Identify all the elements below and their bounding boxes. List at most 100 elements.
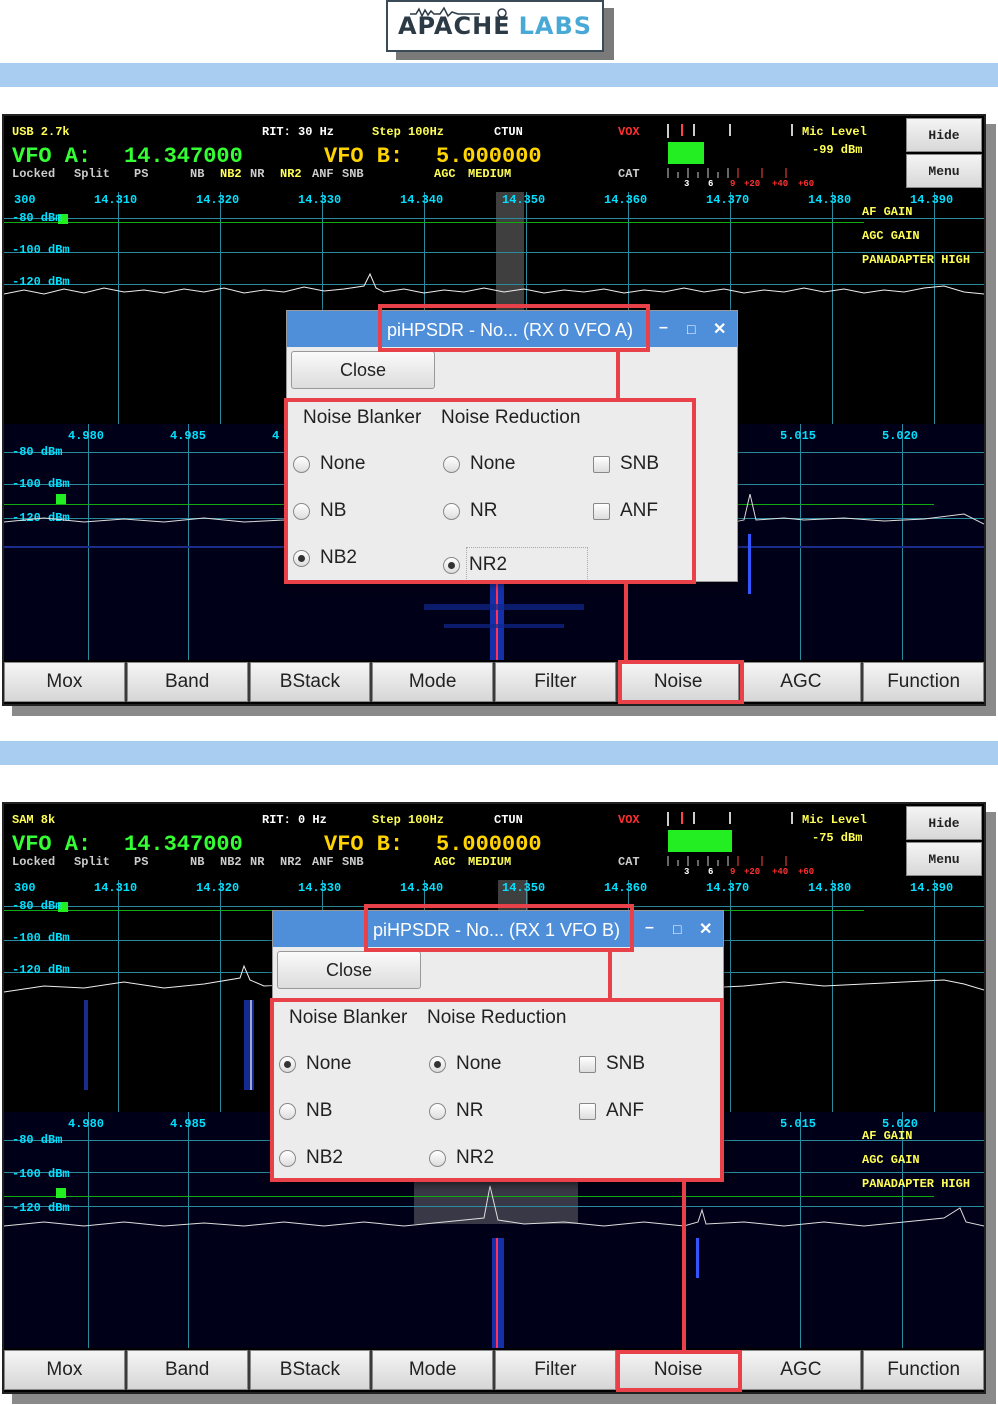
freq-tick: 4.985 xyxy=(170,1117,207,1131)
mode-button[interactable]: Mode xyxy=(372,662,493,702)
meter-tick-6: 6 xyxy=(708,179,714,189)
waterfall xyxy=(4,1185,984,1348)
af-gain-label[interactable]: AF GAIN xyxy=(862,1130,912,1142)
options-highlight xyxy=(270,998,724,1182)
freq-tick: 14.350 xyxy=(502,193,546,207)
vfo-a-frequency[interactable]: 14.347000 xyxy=(124,146,243,168)
mode-filter[interactable]: USB 2.7k xyxy=(12,126,70,138)
close-button[interactable]: Close xyxy=(277,951,421,989)
status-snb: SNB xyxy=(342,855,364,869)
meter-tick-6: 6 xyxy=(708,867,714,877)
freq-tick: 4.985 xyxy=(170,429,207,443)
freq-tick: 5.015 xyxy=(780,429,817,443)
status-nb2: NB2 xyxy=(220,167,242,181)
status-nr: NR xyxy=(250,855,265,869)
freq-tick: 14.330 xyxy=(298,193,342,207)
agc-button[interactable]: AGC xyxy=(740,662,862,702)
vfo-b-frequency[interactable]: 5.000000 xyxy=(436,834,542,856)
mox-button[interactable]: Mox xyxy=(4,662,125,702)
freq-tick: 300 xyxy=(14,881,36,895)
close-icon[interactable]: ✕ xyxy=(699,919,712,939)
panadapter-high-label[interactable]: PANADAPTER HIGH xyxy=(862,254,970,266)
agc-button[interactable]: AGC xyxy=(740,1350,862,1390)
status-ps: PS xyxy=(134,167,149,181)
meter-tick-60: +60 xyxy=(798,179,815,189)
meter-tick-9: 9 xyxy=(730,179,736,189)
vox-indicator: VOX xyxy=(618,813,640,827)
freq-tick: 14.310 xyxy=(94,881,138,895)
freq-tick: 14.310 xyxy=(94,193,138,207)
s-meter-scale xyxy=(667,812,793,866)
meter-tick-9: 9 xyxy=(730,867,736,877)
mic-level-label: Mic Level xyxy=(802,813,867,827)
band-button[interactable]: Band xyxy=(126,1350,248,1390)
close-button[interactable]: Close xyxy=(291,351,435,389)
vfo-b-label[interactable]: VFO B: xyxy=(324,146,403,168)
mic-level-value: -99 dBm xyxy=(812,143,863,157)
status-split: Split xyxy=(74,167,111,181)
freq-tick: 14.330 xyxy=(298,881,342,895)
status-cat: CAT xyxy=(618,855,640,869)
bstack-button[interactable]: BStack xyxy=(249,1350,371,1390)
db-label: -100 dBm xyxy=(12,1167,70,1181)
db-label: -80 dBm xyxy=(12,445,63,459)
title-highlight xyxy=(378,304,650,352)
freq-tick: 4.980 xyxy=(68,429,105,443)
freq-tick: 14.390 xyxy=(910,193,954,207)
apache-labs-logo: APACHE LABS xyxy=(386,0,604,52)
s-meter-scale xyxy=(667,124,793,178)
freq-tick: 4.980 xyxy=(68,1117,105,1131)
db-label: -80 dBm xyxy=(12,899,63,913)
agc-gain-label[interactable]: AGC GAIN xyxy=(862,230,920,242)
ctun-indicator: CTUN xyxy=(494,125,523,139)
vfo-a-frequency[interactable]: 14.347000 xyxy=(124,834,243,856)
function-button[interactable]: Function xyxy=(863,662,984,702)
minimize-icon[interactable]: – xyxy=(645,919,654,937)
menu-button[interactable]: Menu xyxy=(906,154,982,188)
status-agc-mode: MEDIUM xyxy=(468,167,512,181)
connector-line xyxy=(616,350,620,398)
db-label: -100 dBm xyxy=(12,243,70,257)
vfo-b-frequency[interactable]: 5.000000 xyxy=(436,146,542,168)
db-label: -80 dBm xyxy=(12,211,63,225)
freq-tick: 4 xyxy=(272,429,280,443)
vfo-b-label[interactable]: VFO B: xyxy=(324,834,403,856)
close-icon[interactable]: ✕ xyxy=(713,319,726,339)
mox-button[interactable]: Mox xyxy=(4,1350,125,1390)
status-agc: AGC xyxy=(434,855,456,869)
maximize-icon[interactable]: □ xyxy=(673,921,681,937)
vfo-a-label[interactable]: VFO A: xyxy=(12,834,91,856)
bottom-toolbar: Mox Band BStack Mode Filter Noise AGC Fu… xyxy=(4,1350,984,1390)
vfo-a-label[interactable]: VFO A: xyxy=(12,146,91,168)
freq-tick: 14.320 xyxy=(196,881,240,895)
title-highlight xyxy=(364,904,634,952)
hide-button[interactable]: Hide xyxy=(906,806,982,840)
mic-level-value: -75 dBm xyxy=(812,831,863,845)
hide-button[interactable]: Hide xyxy=(906,118,982,152)
ctun-indicator: CTUN xyxy=(494,813,523,827)
menu-button[interactable]: Menu xyxy=(906,842,982,876)
status-anf: ANF xyxy=(312,855,334,869)
status-agc: AGC xyxy=(434,167,456,181)
bstack-button[interactable]: BStack xyxy=(249,662,371,702)
sdr-screen-1: USB 2.7k RIT: 30 Hz Step 100Hz CTUN VOX … xyxy=(2,114,986,706)
freq-tick: 14.370 xyxy=(706,193,750,207)
mode-button[interactable]: Mode xyxy=(372,1350,493,1390)
filter-button[interactable]: Filter xyxy=(495,1350,616,1390)
filter-button[interactable]: Filter xyxy=(495,662,616,702)
minimize-icon[interactable]: – xyxy=(659,319,668,337)
step-readout: Step 100Hz xyxy=(372,813,445,827)
meter-tick-20: +20 xyxy=(744,179,761,189)
maximize-icon[interactable]: □ xyxy=(687,321,695,337)
mic-level-label: Mic Level xyxy=(802,125,867,139)
mode-filter[interactable]: SAM 8k xyxy=(12,814,55,826)
vox-indicator: VOX xyxy=(618,125,640,139)
agc-gain-label[interactable]: AGC GAIN xyxy=(862,1154,920,1166)
meter-tick-3: 3 xyxy=(684,179,690,189)
band-button[interactable]: Band xyxy=(126,662,248,702)
function-button[interactable]: Function xyxy=(863,1350,984,1390)
rit-readout: RIT: 0 Hz xyxy=(262,813,327,827)
af-gain-label[interactable]: AF GAIN xyxy=(862,206,912,218)
freq-tick: 14.380 xyxy=(808,193,852,207)
meter-tick-60: +60 xyxy=(798,867,815,877)
